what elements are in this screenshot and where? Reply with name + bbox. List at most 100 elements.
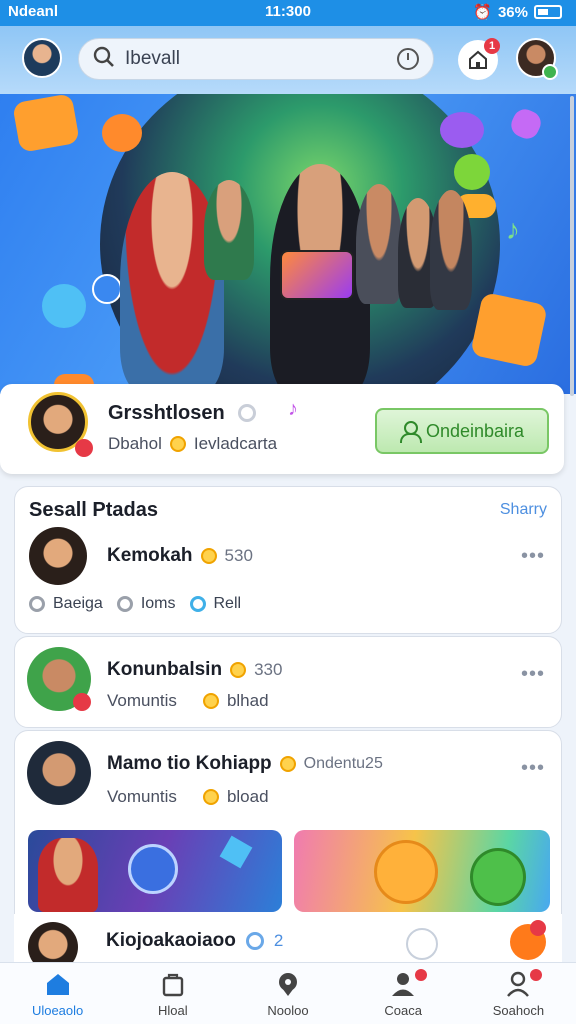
hero-banner[interactable]: ♪ bbox=[0, 94, 576, 394]
follow-label: Ondeinbaira bbox=[425, 420, 525, 441]
battery-percent: 36% bbox=[497, 3, 528, 21]
post-author[interactable]: Kiojoakaoiaoo bbox=[106, 930, 236, 952]
woman-in-green bbox=[204, 180, 254, 280]
flower-sticker bbox=[507, 105, 545, 143]
circle-icon bbox=[189, 596, 206, 612]
follow-button[interactable]: Ondeinbaira bbox=[375, 408, 549, 454]
home-icon bbox=[46, 974, 69, 995]
nav-badge bbox=[529, 969, 542, 981]
top-header: 1 bbox=[0, 26, 576, 94]
nav-profile[interactable]: Soahoch bbox=[461, 963, 576, 1024]
post-card[interactable]: Konunbalsin 330 Vomuntis blhad ••• bbox=[14, 636, 562, 728]
scrollbar[interactable] bbox=[570, 96, 574, 396]
nav-friends[interactable]: Coaca bbox=[346, 963, 461, 1024]
alarm-icon: ⏰ bbox=[473, 4, 492, 21]
nav-label: Soahoch bbox=[492, 1003, 545, 1018]
post-avatar[interactable] bbox=[27, 741, 91, 805]
profile-handle: Dbahol bbox=[108, 434, 162, 453]
see-all-link[interactable]: Sharry bbox=[500, 501, 547, 519]
post-author[interactable]: Mamo tio Kohiapp bbox=[107, 753, 272, 775]
share-button[interactable] bbox=[406, 928, 438, 960]
profile-name: Grsshtlosen bbox=[108, 402, 225, 424]
tag-label: Ioms bbox=[140, 595, 176, 612]
social-posts-panel: Sesall Ptadas Sharry Kemokah 530 ••• Bae… bbox=[14, 486, 562, 634]
tag-item[interactable]: Baeiga bbox=[29, 595, 103, 613]
search-input[interactable] bbox=[125, 48, 387, 70]
post-subtitle: Vomuntis bbox=[107, 787, 177, 806]
avatar-badge bbox=[73, 693, 91, 711]
post-author[interactable]: Konunbalsin bbox=[107, 659, 222, 681]
search-bar[interactable] bbox=[78, 38, 434, 80]
tag-item[interactable]: Ioms bbox=[116, 595, 176, 613]
star-icon bbox=[219, 835, 253, 869]
nav-location[interactable]: Nooloo bbox=[230, 963, 345, 1024]
gift-badge bbox=[530, 920, 546, 936]
bubble-sticker bbox=[42, 284, 86, 328]
coin-icon bbox=[169, 436, 186, 452]
verified-icon bbox=[238, 404, 256, 422]
coin-icon bbox=[230, 662, 247, 678]
profile-avatar[interactable] bbox=[28, 392, 93, 457]
circle-icon bbox=[29, 596, 45, 612]
online-status-dot bbox=[542, 64, 558, 80]
profile-icon bbox=[507, 971, 530, 997]
post-subline: Vomuntis blhad bbox=[107, 691, 269, 711]
more-options-icon[interactable]: ••• bbox=[521, 757, 545, 780]
circle-icon bbox=[116, 596, 133, 612]
gift-button[interactable] bbox=[510, 920, 546, 960]
chat-bubble-sticker bbox=[440, 112, 484, 148]
nav-label: Uloeaolo bbox=[31, 1003, 84, 1018]
friend-avatar[interactable] bbox=[516, 38, 558, 80]
bottom-nav: Uloeaolo Hloal Nooloo Coaca Soahoch bbox=[0, 962, 576, 1024]
character-thumbnail[interactable] bbox=[294, 830, 550, 912]
game-thumbnail[interactable] bbox=[28, 830, 282, 912]
nav-bag[interactable]: Hloal bbox=[115, 963, 230, 1024]
post-author[interactable]: Kemokah bbox=[107, 545, 193, 567]
orange-character bbox=[374, 840, 438, 904]
status-bar: Ndeanl 11:300 ⏰ 36% bbox=[0, 0, 576, 26]
post-meta: blhad bbox=[226, 691, 269, 710]
coin-icon bbox=[200, 548, 217, 564]
more-options-icon[interactable]: ••• bbox=[521, 663, 545, 686]
swirl-sticker bbox=[102, 114, 142, 152]
coin-sticker bbox=[92, 274, 122, 304]
post-avatar[interactable] bbox=[27, 647, 91, 711]
home-icon bbox=[469, 50, 487, 69]
tag-label: Baeiga bbox=[53, 595, 103, 612]
home-button[interactable]: 1 bbox=[458, 38, 500, 80]
post-extra: Ondentu25 bbox=[303, 755, 383, 772]
post-count: 2 bbox=[273, 931, 284, 950]
post-meta: bload bbox=[226, 787, 269, 806]
post-header: Mamo tio Kohiapp Ondentu25 bbox=[107, 753, 383, 775]
post-tags: Baeiga Ioms Rell bbox=[29, 595, 255, 613]
tag-item[interactable]: Rell bbox=[189, 595, 241, 613]
post-avatar[interactable] bbox=[29, 527, 87, 585]
nav-home[interactable]: Uloeaolo bbox=[0, 963, 115, 1024]
smile-sticker bbox=[12, 94, 80, 153]
more-options-icon[interactable]: ••• bbox=[521, 545, 545, 568]
battery-icon bbox=[534, 5, 562, 19]
post-header: Kiojoakaoiaoo 2 bbox=[106, 930, 283, 952]
profile-subline: Dbahol Ievladcarta bbox=[108, 434, 277, 454]
nav-badge bbox=[414, 969, 427, 981]
sparkle-icon: ♪ bbox=[288, 398, 298, 420]
phone-with-game bbox=[280, 250, 354, 300]
profile-card[interactable]: Grsshtlosen ♪ Dbahol Ievladcarta Ondeinb… bbox=[0, 384, 564, 474]
post-count: 330 bbox=[254, 660, 283, 679]
speech-sticker bbox=[454, 154, 490, 190]
player-photo bbox=[38, 838, 98, 912]
timer-icon[interactable] bbox=[397, 48, 419, 70]
coin-icon bbox=[202, 789, 219, 805]
post-header: Kemokah 530 bbox=[107, 545, 253, 567]
user-add-icon bbox=[399, 421, 422, 443]
user-avatar[interactable] bbox=[22, 38, 62, 78]
post-card-partial[interactable]: Kiojoakaoiaoo 2 bbox=[14, 914, 562, 972]
post-header: Konunbalsin 330 bbox=[107, 659, 282, 681]
user-icon bbox=[392, 973, 415, 996]
man-bystander bbox=[356, 184, 402, 304]
bag-icon bbox=[162, 973, 183, 997]
nav-label: Nooloo bbox=[267, 1003, 309, 1018]
search-icon bbox=[93, 46, 115, 73]
post-subtitle: Vomuntis bbox=[107, 691, 177, 710]
profile-subtitle: Ievladcarta bbox=[193, 434, 278, 453]
